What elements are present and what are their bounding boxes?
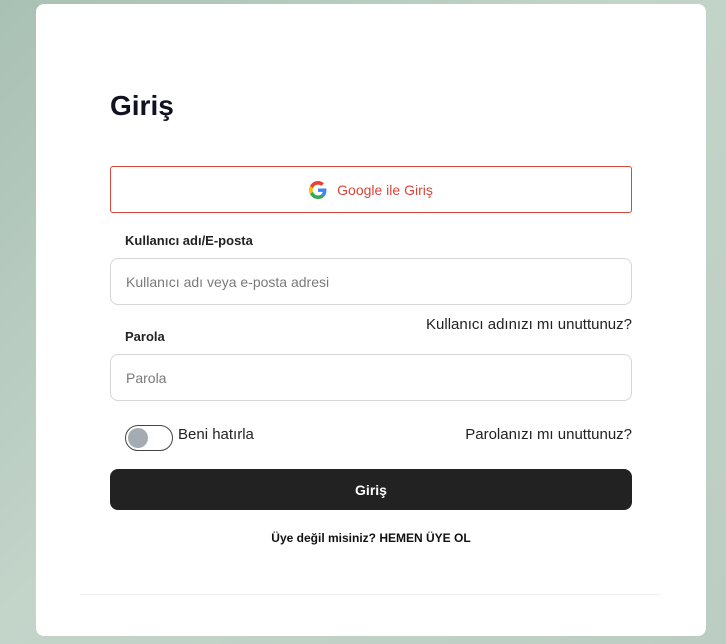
signup-prompt: Üye değil misiniz? HEMEN ÜYE OL [110, 531, 632, 545]
google-g-icon [309, 180, 327, 199]
not-member-text: Üye değil misiniz? [271, 531, 376, 545]
google-login-label: Google ile Giriş [337, 181, 433, 198]
toggle-knob [128, 428, 148, 448]
username-input[interactable] [110, 258, 632, 305]
signup-link[interactable]: HEMEN ÜYE OL [379, 531, 470, 545]
password-input[interactable] [110, 354, 632, 401]
remember-me-toggle[interactable] [125, 425, 173, 451]
remember-me-label: Beni hatırla [178, 426, 254, 443]
forgot-password-link[interactable]: Parolanızı mı unuttunuz? [465, 426, 632, 443]
username-label: Kullanıcı adı/E-posta [125, 233, 253, 248]
login-submit-button[interactable]: Giriş [110, 469, 632, 510]
google-login-button[interactable]: Google ile Giriş [110, 166, 632, 213]
divider [80, 594, 660, 595]
page-title: Giriş [110, 90, 174, 121]
password-label: Parola [125, 329, 165, 344]
login-card: Giriş Google ile Giriş Kullanıcı adı/E-p… [36, 4, 706, 636]
forgot-username-link[interactable]: Kullanıcı adınızı mı unuttunuz? [426, 316, 632, 333]
